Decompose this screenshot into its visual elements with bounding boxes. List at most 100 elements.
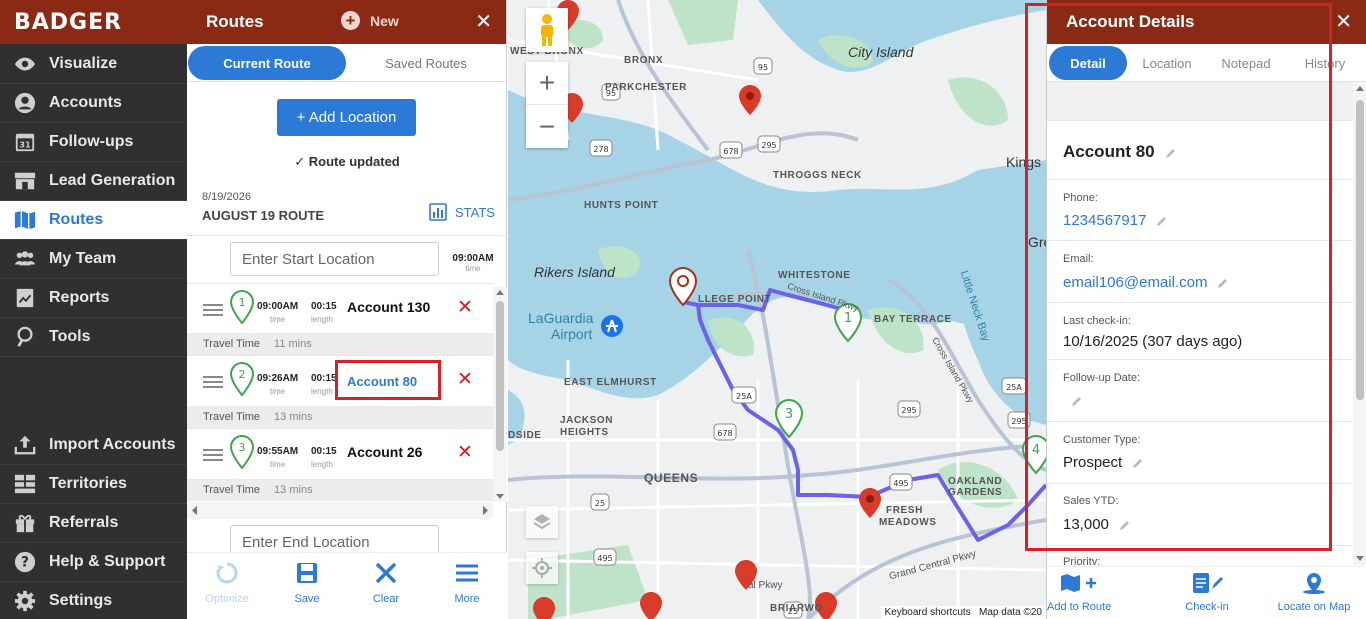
- scroll-left-icon[interactable]: [189, 502, 201, 519]
- pegman-icon: [541, 14, 553, 46]
- last-checkin-row: Last check-in: 10/16/2025 (307 days ago): [1047, 302, 1353, 359]
- stop-time-sub: time: [270, 387, 286, 396]
- stop-account-name[interactable]: Account 130: [347, 299, 430, 315]
- account-marker-icon[interactable]: [533, 597, 555, 619]
- tab-location[interactable]: Location: [1137, 46, 1197, 80]
- sidebar-item-lead-generation[interactable]: Lead Generation: [0, 162, 187, 201]
- sales-value[interactable]: 13,000: [1063, 516, 1131, 533]
- marker-number: 1: [844, 311, 852, 326]
- highway-shield: 278: [589, 139, 613, 157]
- save-button[interactable]: Save: [277, 561, 337, 605]
- more-button[interactable]: More: [437, 561, 497, 605]
- highway-shield: 495: [593, 548, 617, 566]
- phone-value[interactable]: 1234567917: [1063, 212, 1168, 229]
- sidebar-item-referrals[interactable]: Referrals: [0, 504, 187, 543]
- zoom-out-button[interactable]: −: [526, 105, 568, 148]
- sidebar-item-help-support[interactable]: ? Help & Support: [0, 543, 187, 582]
- customer-type-value[interactable]: Prospect: [1063, 454, 1144, 471]
- svg-text:278: 278: [593, 145, 608, 154]
- check-in-button[interactable]: Check-in: [1184, 572, 1230, 613]
- sidebar-item-routes[interactable]: Routes: [0, 201, 187, 240]
- route-list-scrollbar[interactable]: [493, 287, 507, 502]
- edit-pencil-icon[interactable]: [1217, 277, 1229, 289]
- remove-stop-icon[interactable]: ✕: [457, 296, 473, 319]
- map-label: WHITESTONE: [778, 270, 851, 281]
- scroll-down-icon[interactable]: [493, 490, 507, 502]
- scroll-up-icon[interactable]: [493, 287, 507, 299]
- scroll-thumb[interactable]: [1356, 100, 1364, 400]
- edit-pencil-icon[interactable]: [1132, 457, 1144, 469]
- drag-handle-icon[interactable]: [203, 376, 223, 391]
- routes-title: Routes: [206, 12, 264, 31]
- keyboard-shortcuts-link[interactable]: Keyboard shortcuts: [885, 607, 971, 618]
- tab-notepad[interactable]: Notepad: [1215, 46, 1277, 80]
- sidebar-item-reports[interactable]: Reports: [0, 279, 187, 318]
- airport-icon: [601, 315, 623, 337]
- app-window: BADGER Visualize Accounts 31 Follow-ups …: [0, 0, 1366, 619]
- tab-saved-routes[interactable]: Saved Routes: [357, 46, 495, 80]
- drag-handle-icon[interactable]: [203, 304, 223, 319]
- sidebar-item-visualize[interactable]: Visualize: [0, 45, 187, 84]
- edit-pencil-icon[interactable]: [1119, 519, 1131, 531]
- scroll-right-icon[interactable]: [479, 502, 491, 519]
- sidebar-item-import-accounts[interactable]: Import Accounts: [0, 426, 187, 465]
- start-location-input[interactable]: Enter Start Location: [230, 242, 439, 276]
- sidebar-item-follow-ups[interactable]: 31 Follow-ups: [0, 123, 187, 162]
- clear-label: Clear: [372, 593, 400, 605]
- sidebar-item-territories[interactable]: Territories: [0, 465, 187, 504]
- scroll-thumb[interactable]: [496, 301, 504, 451]
- drag-handle-icon[interactable]: [203, 449, 223, 464]
- stop-length: 00:15: [311, 446, 337, 457]
- new-route-button[interactable]: + New: [341, 11, 399, 30]
- layers-button[interactable]: [526, 506, 558, 538]
- start-time[interactable]: 09:00AM time: [449, 253, 497, 273]
- sidebar-item-my-team[interactable]: My Team: [0, 240, 187, 279]
- add-to-route-button[interactable]: Add to Route: [1047, 572, 1111, 613]
- edit-pencil-icon[interactable]: [1156, 215, 1168, 227]
- tab-history[interactable]: History: [1299, 46, 1351, 80]
- end-location-placeholder: Enter End Location: [242, 533, 370, 551]
- locate-on-map-button[interactable]: Locate on Map: [1277, 572, 1351, 613]
- svg-text:295: 295: [901, 406, 916, 415]
- route-status: ✓ Route updated: [187, 154, 507, 170]
- close-routes-button[interactable]: ✕: [475, 9, 492, 34]
- close-account-button[interactable]: ✕: [1335, 9, 1352, 34]
- horizontal-scrollbar[interactable]: [187, 502, 493, 519]
- stop-length-sub: length: [311, 460, 333, 469]
- map-label: FRESH: [886, 505, 923, 516]
- tab-detail[interactable]: Detail: [1049, 46, 1127, 80]
- scroll-down-icon[interactable]: [1353, 551, 1366, 565]
- edit-pencil-icon[interactable]: [1071, 395, 1083, 407]
- sidebar-item-settings[interactable]: Settings: [0, 582, 187, 619]
- edit-pencil-icon[interactable]: [1165, 147, 1177, 159]
- add-location-button[interactable]: + Add Location: [277, 99, 416, 136]
- remove-stop-icon[interactable]: ✕: [457, 368, 473, 391]
- stop-time: 09:26AM: [257, 373, 299, 384]
- new-route-label: New: [370, 12, 399, 29]
- account-scrollbar[interactable]: [1353, 82, 1366, 565]
- street-view-button[interactable]: [526, 8, 568, 52]
- optimize-button[interactable]: Optimize: [197, 561, 257, 605]
- route-stop[interactable]: 1 09:00AM time 00:15 length Account 130 …: [187, 283, 493, 335]
- start-time-sub: time: [465, 264, 481, 273]
- route-stop[interactable]: 3 09:55AM time 00:15 length Account 26 ✕: [187, 428, 493, 480]
- save-label: Save: [294, 593, 320, 605]
- brand-logo[interactable]: BADGER: [0, 0, 187, 44]
- my-location-button[interactable]: [526, 552, 558, 584]
- stats-button[interactable]: STATS: [429, 203, 495, 221]
- sidebar-item-tools[interactable]: Tools: [0, 318, 187, 357]
- scroll-up-icon[interactable]: [1353, 82, 1366, 96]
- sidebar-item-label: Tools: [49, 328, 91, 345]
- map-label: EAST ELMHURST: [564, 377, 657, 388]
- optimize-icon: [216, 562, 238, 584]
- clear-button[interactable]: Clear: [356, 561, 416, 605]
- zoom-in-button[interactable]: +: [526, 62, 568, 105]
- green-pin-icon: 1: [230, 290, 254, 324]
- map-view[interactable]: 1 3 4 95 95 278 678 295 25A 678 295 495 …: [508, 0, 1046, 619]
- email-value[interactable]: email106@email.com: [1063, 274, 1229, 291]
- stop-account-name[interactable]: Account 26: [347, 444, 422, 460]
- tab-current-route[interactable]: Current Route: [188, 46, 346, 80]
- remove-stop-icon[interactable]: ✕: [457, 441, 473, 464]
- crosshair-icon: [532, 558, 552, 578]
- sidebar-item-accounts[interactable]: Accounts: [0, 84, 187, 123]
